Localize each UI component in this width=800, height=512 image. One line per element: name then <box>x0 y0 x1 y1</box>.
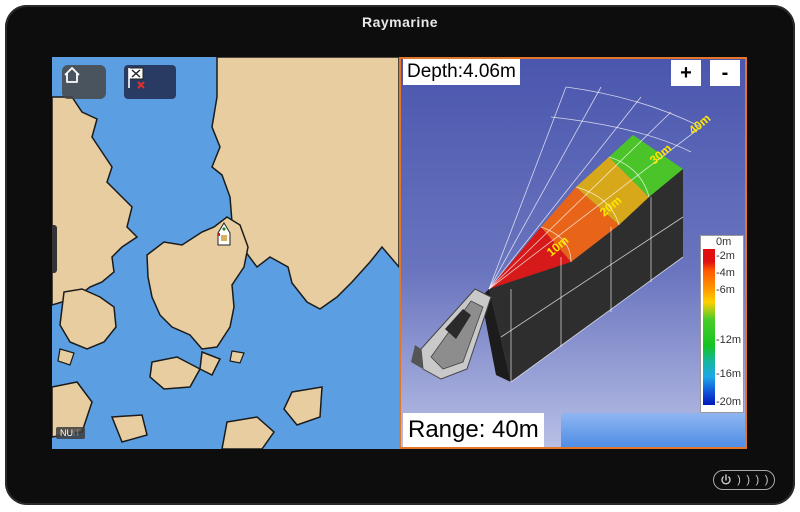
legend-label-4m: -4m <box>716 267 735 279</box>
depth-color-scale <box>703 249 715 405</box>
range-bar <box>561 413 745 447</box>
vessel-3d-icon <box>411 288 492 380</box>
power-indicator-4: ) <box>764 474 769 486</box>
land-mass-center <box>146 216 249 350</box>
mob-flag-icon <box>128 67 145 89</box>
power-indicator-2: ) <box>746 474 750 486</box>
island-bottom <box>221 416 276 449</box>
island-small-3 <box>229 350 245 364</box>
range-readout[interactable]: Range: 40m <box>403 413 544 447</box>
power-button[interactable]: ) ) ) ) <box>713 470 775 490</box>
land-mass-west <box>52 96 139 306</box>
depth-readout: Depth:4.06m <box>403 59 520 85</box>
brand-logo: Raymarine <box>361 14 439 30</box>
nautical-chart[interactable] <box>52 57 399 449</box>
side-panel-handle[interactable] <box>52 225 57 273</box>
legend-label-16m: -16m <box>716 368 742 380</box>
island-south-1 <box>149 356 202 390</box>
home-icon <box>64 67 80 83</box>
power-indicator-1: ) <box>737 474 741 486</box>
fan-label-40m: 40m <box>686 111 713 137</box>
zoom-out-button[interactable]: - <box>710 60 740 86</box>
power-indicator-3: ) <box>755 474 760 486</box>
power-icon <box>720 474 731 485</box>
zoom-in-button[interactable]: + <box>671 60 701 86</box>
sonar-3d-view[interactable]: 10m 20m 30m 40m <box>401 57 747 449</box>
man-overboard-button[interactable] <box>124 65 176 99</box>
badge-suffix: iT <box>73 428 81 438</box>
island-south-2 <box>199 350 222 377</box>
screen: NUiT 10m 20m 30m 40m Depth:4.06m + - 0m … <box>52 57 747 449</box>
island-southeast <box>283 386 323 426</box>
sonar-3d-pane[interactable]: 10m 20m 30m 40m Depth:4.06m + - 0m -2m -… <box>399 57 747 449</box>
island-funen <box>59 288 117 350</box>
island-small-2 <box>57 348 75 366</box>
legend-label-0m: 0m <box>716 236 732 248</box>
home-button[interactable] <box>62 65 106 99</box>
chart-pane[interactable]: NUiT <box>52 57 399 449</box>
legend-label-12m: -12m <box>716 334 742 346</box>
legend-label-6m: -6m <box>716 284 735 296</box>
legend-label-20m: -20m <box>716 396 742 408</box>
island-small-1 <box>110 414 148 443</box>
badge-text: NU <box>60 428 73 438</box>
chart-source-badge: NUiT <box>56 427 85 439</box>
legend-label-2m: -2m <box>716 250 735 262</box>
depth-color-legend: 0m -2m -4m -6m -12m -16m -20m <box>700 235 744 413</box>
